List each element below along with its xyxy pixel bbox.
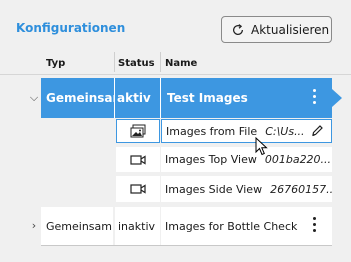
collapse-chevron-icon[interactable]: ⌵ [27, 91, 41, 105]
camera-icon [130, 154, 146, 165]
refresh-button[interactable]: Aktualisieren [221, 16, 332, 43]
row-status: inaktiv [115, 207, 160, 245]
header-separator [0, 74, 351, 75]
cell-divider [114, 78, 115, 118]
child-type-cell [116, 147, 160, 172]
column-divider[interactable] [160, 52, 161, 72]
refresh-button-label: Aktualisieren [251, 22, 330, 37]
row-status: aktiv [117, 91, 151, 105]
row-menu-icon[interactable] [312, 217, 316, 232]
child-name-cell[interactable]: Images Side View 26760157... [161, 176, 332, 202]
image-icon [130, 124, 146, 138]
child-value: 001ba220... [264, 153, 332, 166]
child-name: Images from File [166, 124, 258, 138]
column-header-name[interactable]: Name [165, 58, 197, 69]
child-name-cell[interactable]: Images from File C:\Us... [161, 119, 332, 143]
expand-chevron-icon[interactable]: › [27, 218, 41, 232]
child-name: Images Side View [165, 182, 263, 196]
child-type-cell [116, 119, 160, 143]
row-type: Gemeinsam [46, 91, 114, 105]
cell-divider [160, 78, 161, 118]
column-header-type[interactable]: Typ [46, 58, 65, 69]
child-value: 26760157... [270, 182, 332, 196]
section-title: Konfigurationen [16, 21, 126, 35]
row-name: Test Images [167, 91, 248, 105]
child-value: C:\Us... [265, 124, 305, 138]
row-name: Images for Bottle Check [161, 207, 332, 245]
column-divider[interactable] [114, 52, 115, 72]
child-type-cell [116, 176, 160, 202]
child-name-cell[interactable]: Images Top View 001ba220... [161, 147, 332, 172]
edit-pencil-icon[interactable] [311, 124, 324, 137]
row-type: Gemeinsam [41, 207, 113, 245]
selection-arrow [332, 89, 342, 107]
row-menu-icon[interactable] [312, 89, 316, 104]
refresh-icon [233, 23, 243, 35]
column-header-status[interactable]: Status [118, 58, 155, 69]
camera-icon [130, 184, 146, 194]
child-name: Images Top View [165, 153, 257, 166]
row-bottom-border [41, 245, 332, 246]
